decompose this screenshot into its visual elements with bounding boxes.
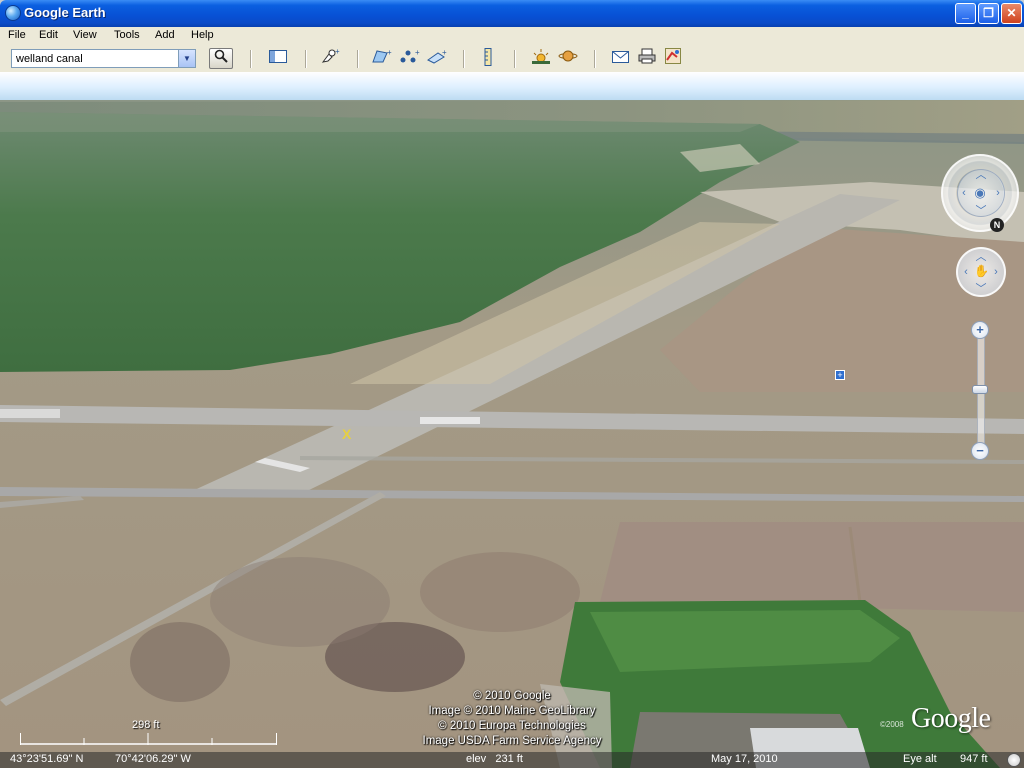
logo-copyright-year: ©2008 xyxy=(880,720,904,729)
aerial-imagery: X xyxy=(0,72,1024,768)
menu-file[interactable]: File xyxy=(8,29,26,41)
look-down-arrow-icon[interactable]: ﹀ xyxy=(974,206,988,217)
zoom-out-button[interactable]: − xyxy=(971,442,989,460)
svg-text:+: + xyxy=(442,48,447,57)
svg-text:+: + xyxy=(415,48,420,57)
search-combobox[interactable]: ▼ xyxy=(11,49,196,68)
search-button[interactable] xyxy=(209,48,233,69)
switch-planet-button[interactable] xyxy=(557,48,579,69)
google-earth-icon xyxy=(5,5,21,21)
north-indicator[interactable]: N xyxy=(990,218,1004,232)
look-up-arrow-icon[interactable]: ︿ xyxy=(974,170,988,181)
svg-text:X: X xyxy=(342,426,352,442)
polygon-icon: + xyxy=(372,48,392,63)
svg-text:+: + xyxy=(387,48,392,57)
maps-icon xyxy=(665,48,681,64)
print-icon xyxy=(638,48,656,64)
hand-icon: ✋ xyxy=(974,264,989,278)
path-icon: + xyxy=(400,48,420,63)
search-input[interactable] xyxy=(12,50,181,67)
planet-icon xyxy=(558,50,578,62)
menu-edit[interactable]: Edit xyxy=(39,29,58,41)
attribution-line: Image © 2010 Maine GeoLibrary xyxy=(428,705,596,717)
email-icon xyxy=(612,51,629,63)
streaming-indicator-icon xyxy=(1007,753,1021,767)
menu-help[interactable]: Help xyxy=(191,29,214,41)
ruler-icon xyxy=(484,48,492,66)
add-polygon-button[interactable]: + xyxy=(371,48,393,69)
add-path-button[interactable]: + xyxy=(399,48,421,69)
menu-view[interactable]: View xyxy=(73,29,97,41)
sidebar-icon xyxy=(269,50,287,63)
toolbar: ▼ + + + + xyxy=(0,46,1024,73)
sidebar-toggle-button[interactable] xyxy=(267,48,289,69)
scale-label: 298 ft xyxy=(132,719,160,731)
attribution-line: Image USDA Farm Service Agency xyxy=(422,735,602,747)
google-logo: Google xyxy=(911,703,991,734)
longitude-readout: 70°42'06.29" W xyxy=(115,753,191,765)
zoom-in-button[interactable]: + xyxy=(971,321,989,339)
add-placemark-button[interactable]: + xyxy=(319,47,341,69)
imagery-date: May 17, 2010 xyxy=(711,753,778,765)
view-in-maps-button[interactable] xyxy=(662,48,684,69)
zoom-slider-thumb[interactable] xyxy=(972,385,988,394)
menu-bar: File Edit View Tools Add Help xyxy=(0,27,1024,46)
attribution-line: © 2010 Google xyxy=(473,690,551,702)
ruler-button[interactable] xyxy=(477,48,499,69)
sunlight-button[interactable] xyxy=(530,48,552,69)
latitude-readout: 43°23'51.69" N xyxy=(10,753,84,765)
placemark-icon: + xyxy=(321,47,340,63)
move-left-arrow-icon[interactable]: ‹ xyxy=(959,267,973,278)
add-image-overlay-button[interactable]: + xyxy=(426,48,448,69)
window-title: Google Earth xyxy=(24,5,106,20)
placemark-marker-icon[interactable]: + xyxy=(835,370,845,380)
sunlight-icon xyxy=(532,49,550,64)
attribution-line: © 2010 Europa Technologies xyxy=(438,720,586,732)
menu-add[interactable]: Add xyxy=(155,29,175,41)
minimize-button[interactable]: _ xyxy=(955,3,976,24)
imagery-attribution: © 2010 Google Image © 2010 Maine GeoLibr… xyxy=(412,689,612,749)
chevron-down-icon[interactable]: ▼ xyxy=(178,50,195,67)
look-left-arrow-icon[interactable]: ‹ xyxy=(957,188,971,199)
move-up-arrow-icon[interactable]: ︿ xyxy=(974,252,988,263)
status-bar: 43°23'51.69" N 70°42'06.29" W elev 231 f… xyxy=(0,752,1024,768)
image-overlay-icon: + xyxy=(427,48,447,64)
scale-bar xyxy=(20,733,277,745)
search-icon xyxy=(214,49,228,63)
eye-icon: ◉ xyxy=(974,185,986,200)
eye-alt-value: 947 ft xyxy=(960,753,988,765)
eye-alt-label: Eye alt xyxy=(903,753,937,765)
earth-3d-view[interactable]: X ︿ ﹀ ‹ › ◉ N ︿ ﹀ ‹ › ✋ + − + xyxy=(0,72,1024,768)
title-bar: Google Earth _ ❐ ✕ xyxy=(0,0,1024,27)
print-button[interactable] xyxy=(636,48,658,69)
svg-text:+: + xyxy=(335,48,340,56)
elevation-readout: elev 231 ft xyxy=(466,753,523,765)
look-right-arrow-icon[interactable]: › xyxy=(991,188,1005,199)
email-button[interactable] xyxy=(610,48,632,69)
close-button[interactable]: ✕ xyxy=(1001,3,1022,24)
maximize-button[interactable]: ❐ xyxy=(978,3,999,24)
menu-tools[interactable]: Tools xyxy=(114,29,140,41)
move-right-arrow-icon[interactable]: › xyxy=(989,267,1003,278)
move-down-arrow-icon[interactable]: ﹀ xyxy=(974,284,988,295)
